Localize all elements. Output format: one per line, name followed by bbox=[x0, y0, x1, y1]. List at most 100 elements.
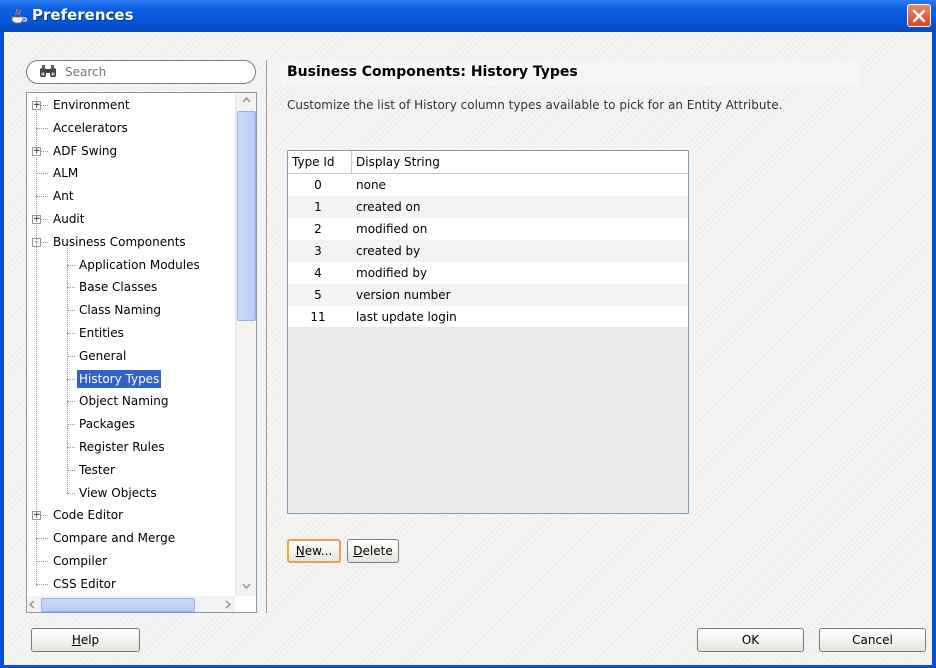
tree-item[interactable]: Application Modules bbox=[27, 255, 233, 275]
tree-item[interactable]: + Audit bbox=[27, 209, 233, 229]
type-id-cell: 0 bbox=[314, 178, 322, 192]
tree-scroll-thumb[interactable] bbox=[237, 111, 256, 321]
type-id-cell: 5 bbox=[314, 288, 322, 302]
column-header-type-id[interactable]: Type Id bbox=[288, 151, 352, 173]
tree-item[interactable]: Entities bbox=[27, 323, 233, 343]
tree-item[interactable]: History Types bbox=[27, 369, 233, 389]
ok-button[interactable]: OK bbox=[697, 628, 804, 652]
type-id-cell: 3 bbox=[314, 244, 322, 258]
tree-item-label: Class Naming bbox=[79, 303, 161, 318]
table-row[interactable]: 11 last update login bbox=[288, 306, 688, 328]
new-button-mnemonic: N bbox=[295, 544, 305, 558]
page-title: Business Components: History Types bbox=[287, 64, 578, 80]
table-row[interactable]: 3 created by bbox=[288, 240, 688, 262]
chevron-right-icon bbox=[225, 600, 231, 609]
tree-item[interactable]: + Environment bbox=[27, 95, 233, 115]
tree-vertical-scrollbar[interactable] bbox=[235, 93, 256, 596]
tree-item[interactable]: Accelerators bbox=[27, 118, 233, 138]
help-button-label: elp bbox=[80, 633, 100, 647]
tree-item[interactable]: General bbox=[27, 346, 233, 366]
preferences-tree[interactable]: + Environment Accelerators + ADF Swing ALM Ant… bbox=[26, 92, 257, 613]
help-button[interactable]: Help bbox=[31, 628, 140, 652]
java-cup-icon bbox=[11, 8, 28, 24]
column-header-display-string[interactable]: Display String bbox=[352, 151, 688, 173]
tree-item-label: Entities bbox=[79, 326, 124, 340]
tree-item-label: History Types bbox=[77, 369, 162, 388]
tree-item[interactable]: - Business Components bbox=[27, 232, 233, 252]
tree-item[interactable]: Tester bbox=[27, 460, 233, 480]
table-header: Type Id Display String bbox=[288, 151, 688, 174]
chevron-down-icon bbox=[242, 583, 251, 589]
window-title: Preferences bbox=[32, 6, 134, 24]
search-box[interactable] bbox=[26, 60, 256, 84]
tree-item-label: Environment bbox=[53, 98, 130, 112]
type-id-cell: 11 bbox=[310, 310, 326, 324]
tree-item[interactable]: + ADF Swing bbox=[27, 141, 233, 161]
tree-horizontal-scrollbar[interactable] bbox=[27, 596, 235, 612]
tree-item-label: CSS Editor bbox=[53, 576, 116, 591]
tree-item-label: Application Modules bbox=[79, 257, 200, 272]
table-row[interactable]: 0 none bbox=[288, 174, 688, 196]
close-button[interactable] bbox=[907, 4, 931, 27]
search-input[interactable] bbox=[65, 64, 245, 80]
cancel-button[interactable]: Cancel bbox=[819, 628, 926, 652]
tree-item[interactable]: Compare and Merge bbox=[27, 528, 233, 548]
display-string-cell: none bbox=[356, 178, 386, 192]
delete-button-mnemonic: D bbox=[353, 544, 363, 558]
title-bar[interactable]: Preferences bbox=[0, 0, 936, 32]
page-description: Customize the list of History column typ… bbox=[287, 98, 783, 112]
display-string-cell: modified by bbox=[356, 266, 428, 280]
tree-item[interactable]: CSS Editor bbox=[27, 574, 233, 594]
tree-item[interactable]: + Code Editor bbox=[27, 505, 233, 525]
binoculars-icon bbox=[40, 65, 56, 77]
tree-connector bbox=[67, 492, 75, 495]
table-row[interactable]: 4 modified by bbox=[288, 262, 688, 284]
tree-item[interactable]: Packages bbox=[27, 414, 233, 434]
tree-item-label: Code Editor bbox=[53, 508, 124, 523]
tree-item-label: ALM bbox=[53, 166, 79, 181]
tree-item-label: View Objects bbox=[79, 485, 157, 500]
page-title-bar: Business Components: History Types bbox=[281, 60, 860, 86]
tree-item[interactable]: Ant bbox=[27, 186, 233, 206]
new-button-label: ew... bbox=[304, 544, 333, 558]
tree-item[interactable]: Class Naming bbox=[27, 300, 233, 320]
table-row[interactable]: 2 modified on bbox=[288, 218, 688, 240]
display-string-cell: modified on bbox=[356, 222, 428, 236]
display-string-cell: version number bbox=[356, 288, 451, 302]
type-id-cell: 4 bbox=[314, 266, 322, 280]
tree-item-label: Accelerators bbox=[53, 120, 128, 135]
type-id-cell: 1 bbox=[314, 200, 322, 214]
tree-guide-line bbox=[36, 97, 38, 586]
delete-button[interactable]: Delete bbox=[347, 539, 399, 563]
tree-item-label: Audit bbox=[53, 212, 85, 226]
tree-item-label: Packages bbox=[79, 417, 135, 432]
scroll-down-button[interactable] bbox=[236, 579, 256, 595]
tree-item-label: Ant bbox=[53, 189, 74, 204]
tree-item[interactable]: Compiler bbox=[27, 551, 233, 571]
scroll-up-button[interactable] bbox=[236, 93, 256, 109]
history-types-table[interactable]: Type Id Display String 0 none 1 created on 2… bbox=[287, 150, 689, 514]
tree-item[interactable]: ALM bbox=[27, 163, 233, 183]
tree-item[interactable]: Base Classes bbox=[27, 277, 233, 297]
close-icon bbox=[912, 9, 926, 23]
new-button[interactable]: New... bbox=[287, 539, 341, 563]
table-row[interactable]: 1 created on bbox=[288, 196, 688, 218]
tree-item[interactable]: Object Naming bbox=[27, 391, 233, 411]
help-button-mnemonic: H bbox=[71, 633, 81, 647]
tree-item-label: Register Rules bbox=[79, 440, 165, 454]
delete-button-label: elete bbox=[362, 544, 393, 558]
tree-item[interactable]: Register Rules bbox=[27, 437, 233, 457]
table-row[interactable]: 5 version number bbox=[288, 284, 688, 306]
tree-item-label: Object Naming bbox=[79, 394, 169, 409]
display-string-cell: created by bbox=[356, 244, 421, 258]
tree-item-label: Compiler bbox=[53, 554, 108, 568]
display-string-cell: last update login bbox=[356, 310, 457, 324]
type-id-cell: 2 bbox=[314, 222, 322, 236]
chevron-left-icon bbox=[29, 600, 35, 609]
tree-hscroll-thumb[interactable] bbox=[41, 598, 195, 612]
tree-item[interactable]: View Objects bbox=[27, 483, 233, 503]
panel-divider[interactable] bbox=[266, 60, 267, 613]
table-empty-area bbox=[288, 327, 688, 513]
tree-item-label: Base Classes bbox=[79, 280, 158, 295]
display-string-cell: created on bbox=[356, 200, 421, 214]
